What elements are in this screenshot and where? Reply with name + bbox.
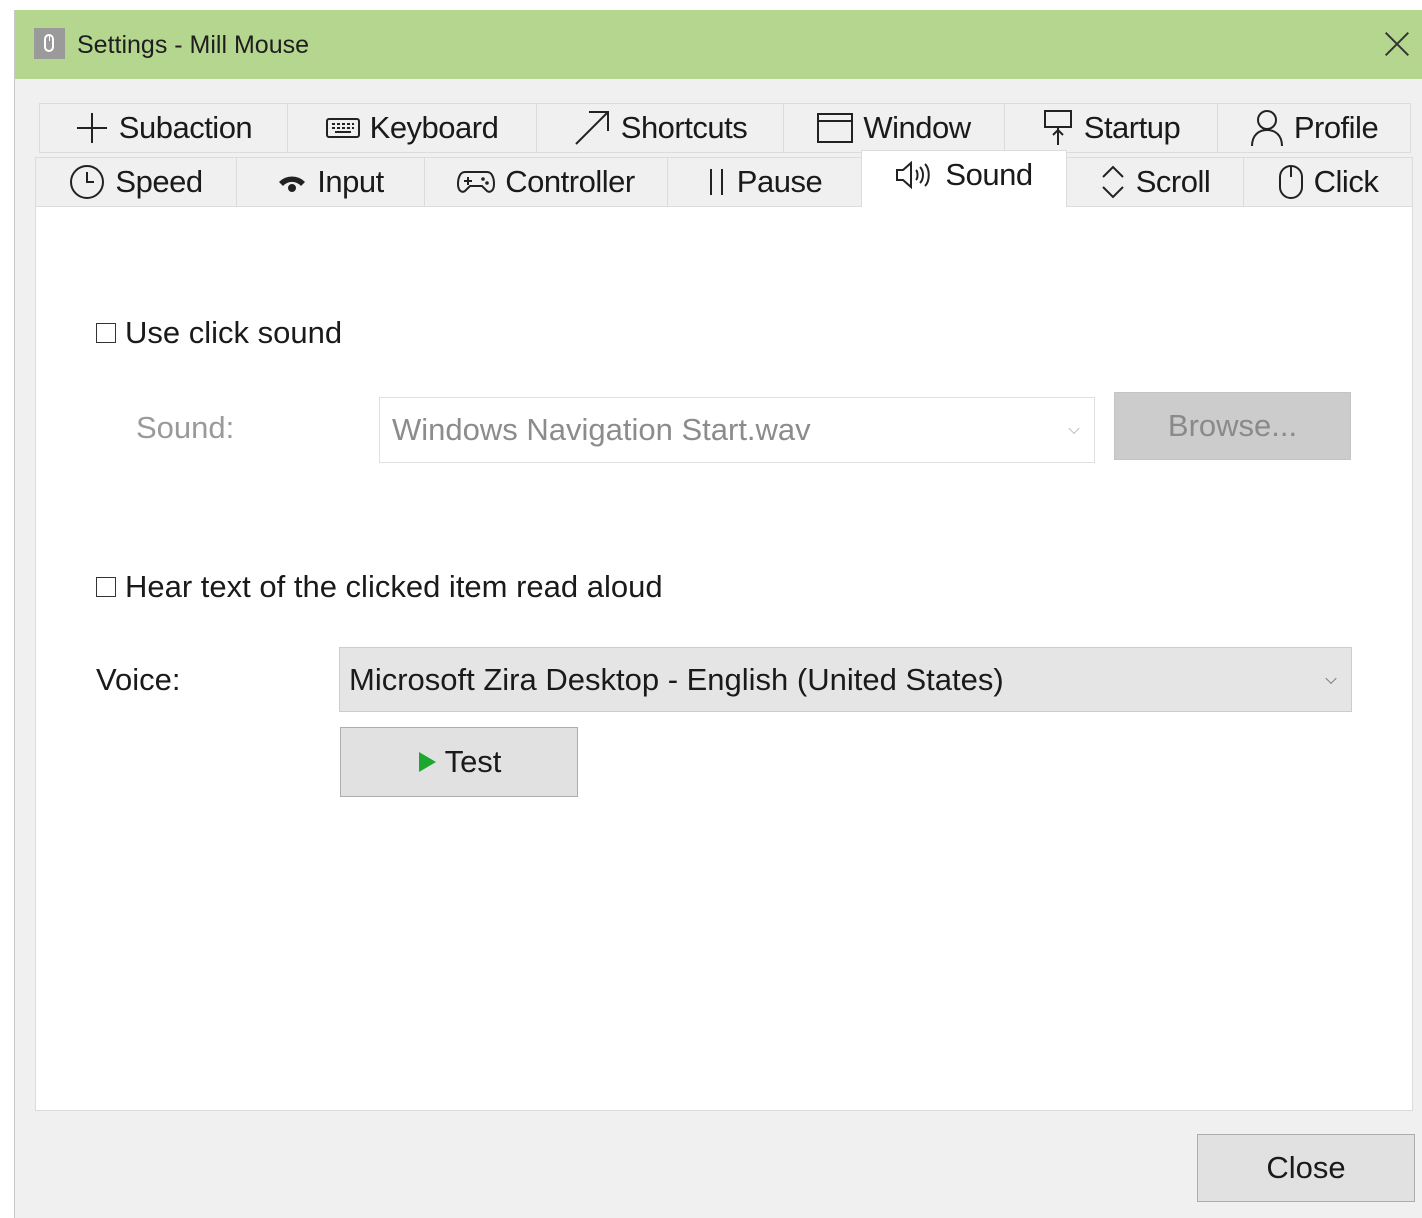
- tab-shortcuts[interactable]: Shortcuts: [536, 103, 784, 153]
- window-title: Settings - Mill Mouse: [77, 31, 310, 59]
- chevron-down-icon: [1068, 422, 1080, 435]
- scroll-arrows-icon: [1102, 165, 1124, 199]
- voice-dropdown[interactable]: Microsoft Zira Desktop - English (United…: [339, 647, 1352, 712]
- tab-pause[interactable]: Pause: [667, 157, 862, 207]
- tab-sound[interactable]: Sound: [861, 150, 1067, 207]
- sound-label: Sound:: [136, 410, 235, 445]
- tab-label: Window: [863, 110, 971, 145]
- mouse-icon: [1278, 165, 1303, 199]
- tab-label: Input: [317, 164, 384, 199]
- plus-icon: [76, 113, 107, 143]
- clock-icon: [70, 165, 105, 199]
- voice-value: Microsoft Zira Desktop - English (United…: [349, 661, 1004, 697]
- tab-label: Startup: [1083, 110, 1181, 145]
- tab-subaction[interactable]: Subaction: [39, 103, 288, 153]
- tab-label: Click: [1313, 164, 1379, 199]
- arrow-diagonal-icon: [575, 111, 609, 145]
- sound-file-dropdown[interactable]: Windows Navigation Start.wav: [379, 397, 1095, 463]
- signal-icon: [279, 176, 306, 192]
- tab-input[interactable]: Input: [236, 157, 425, 207]
- sound-settings-panel: Use click sound Sound: Windows Navigatio…: [35, 206, 1413, 1111]
- tab-speed[interactable]: Speed: [35, 157, 237, 207]
- close-window-icon[interactable]: [1381, 28, 1413, 60]
- tab-controller[interactable]: Controller: [424, 157, 668, 207]
- chevron-down-icon: [1325, 672, 1337, 684]
- voice-label: Voice:: [96, 662, 181, 697]
- startup-pin-icon: [1043, 110, 1072, 145]
- tab-keyboard[interactable]: Keyboard: [287, 103, 537, 153]
- tab-window[interactable]: Window: [783, 103, 1005, 153]
- use-click-sound-row: Use click sound: [96, 315, 342, 351]
- tab-scroll[interactable]: Scroll: [1066, 157, 1244, 207]
- test-voice-button[interactable]: Test: [340, 727, 578, 797]
- close-button[interactable]: Close: [1197, 1134, 1415, 1202]
- tab-label: Pause: [736, 164, 823, 199]
- read-aloud-checkbox[interactable]: [96, 577, 116, 597]
- keyboard-icon: [325, 118, 360, 138]
- speaker-icon: [896, 160, 931, 190]
- tab-label: Shortcuts: [620, 110, 748, 145]
- tab-profile[interactable]: Profile: [1217, 103, 1411, 153]
- sound-file-value: Windows Navigation Start.wav: [392, 412, 811, 447]
- pause-icon: [709, 169, 723, 195]
- title-bar[interactable]: Settings - Mill Mouse: [15, 10, 1422, 79]
- play-icon: [418, 752, 436, 772]
- window-icon: [817, 113, 854, 143]
- person-icon: [1250, 110, 1283, 147]
- tab-label: Scroll: [1135, 164, 1211, 199]
- tab-label: Speed: [115, 164, 203, 199]
- read-aloud-row: Hear text of the clicked item read aloud: [96, 569, 663, 605]
- tab-label: Controller: [505, 164, 635, 199]
- tab-startup[interactable]: Startup: [1004, 103, 1218, 153]
- read-aloud-label[interactable]: Hear text of the clicked item read aloud: [125, 569, 663, 605]
- test-button-label: Test: [444, 744, 502, 779]
- tab-label: Subaction: [118, 110, 253, 145]
- gamepad-icon: [457, 171, 496, 193]
- tab-click[interactable]: Click: [1243, 157, 1413, 207]
- mouse-app-icon: [34, 28, 65, 59]
- tab-label: Sound: [945, 157, 1033, 192]
- use-click-sound-checkbox[interactable]: [96, 323, 116, 343]
- tab-label: Keyboard: [369, 110, 499, 145]
- browse-button[interactable]: Browse...: [1114, 392, 1351, 460]
- settings-window: Settings - Mill Mouse Subaction Keyboard…: [14, 10, 1422, 1218]
- use-click-sound-label[interactable]: Use click sound: [125, 315, 342, 351]
- tab-label: Profile: [1293, 110, 1379, 145]
